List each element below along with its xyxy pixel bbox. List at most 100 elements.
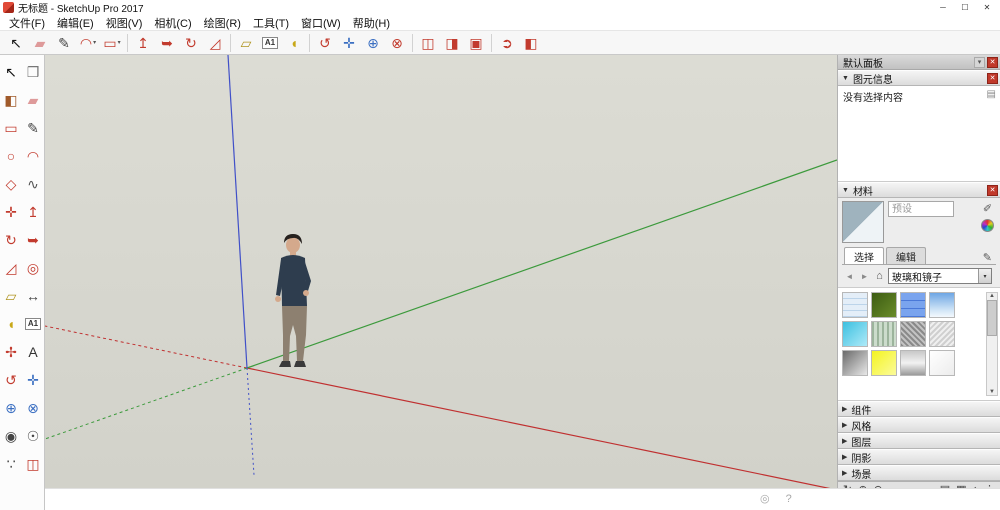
lt-position-camera-icon[interactable]: ◉: [0, 424, 23, 448]
tray-title-bar[interactable]: 默认面板 ▾ ✕: [838, 55, 1000, 70]
select-icon[interactable]: ↖: [4, 31, 28, 55]
text-icon[interactable]: A1: [258, 31, 282, 55]
tray-options-icon[interactable]: ▾: [974, 56, 985, 68]
push-pull-icon[interactable]: ↥: [131, 31, 155, 55]
swatch-yellow-glass[interactable]: [871, 350, 897, 376]
swatch-clear-white[interactable]: [929, 350, 955, 376]
orbit-icon[interactable]: ↺: [313, 31, 337, 55]
arc-dropdown-icon[interactable]: ▾: [93, 39, 96, 46]
rotate-icon[interactable]: ↻: [179, 31, 203, 55]
section-scenes[interactable]: ▶ 场景: [838, 465, 1000, 481]
home-icon[interactable]: ⌂: [873, 270, 886, 283]
section-fill-icon[interactable]: ▣: [464, 31, 488, 55]
menu-item[interactable]: 编辑(E): [51, 15, 100, 31]
tray-close-icon[interactable]: ✕: [987, 56, 998, 68]
lt-scale-icon[interactable]: ◿: [0, 256, 23, 280]
viewport-canvas[interactable]: [45, 55, 837, 488]
lt-section-plane-icon[interactable]: ◫: [21, 452, 45, 476]
scale-icon[interactable]: ◿: [203, 31, 227, 55]
geolocation-icon[interactable]: ◎: [760, 494, 770, 505]
swatch-window-blue[interactable]: [900, 292, 926, 318]
eraser-icon[interactable]: ▰: [28, 31, 52, 55]
lt-rotate-icon[interactable]: ↻: [0, 228, 23, 252]
lt-paint-bucket-icon[interactable]: ◧: [0, 88, 23, 112]
paint-bucket-icon[interactable]: ◧: [519, 31, 543, 55]
lt-rectangle-icon[interactable]: ▭: [0, 116, 23, 140]
lt-protractor-icon[interactable]: ◖: [0, 312, 23, 336]
sample-paint-icon[interactable]: ✐: [983, 202, 992, 215]
menu-item[interactable]: 帮助(H): [347, 15, 396, 31]
back-icon[interactable]: ◄: [843, 270, 856, 283]
swatch-cyan-glass[interactable]: [842, 321, 868, 347]
lt-freehand-icon[interactable]: ∿: [21, 172, 45, 196]
swatch-frosted-light[interactable]: [929, 321, 955, 347]
menu-item[interactable]: 窗口(W): [295, 15, 347, 31]
line-icon[interactable]: ✎: [52, 31, 76, 55]
menu-item[interactable]: 文件(F): [3, 15, 51, 31]
material-name-input[interactable]: [888, 201, 954, 217]
swatch-mirror-gray[interactable]: [842, 350, 868, 376]
section-plane-icon[interactable]: ◫: [416, 31, 440, 55]
tape-measure-icon[interactable]: ▱: [234, 31, 258, 55]
lt-arc-icon[interactable]: ◠: [21, 144, 45, 168]
zoom-extents-icon[interactable]: ⊗: [385, 31, 409, 55]
materials-close-icon[interactable]: ✕: [987, 184, 998, 196]
menu-item[interactable]: 视图(V): [100, 15, 149, 31]
swatch-green-stripe[interactable]: [871, 321, 897, 347]
entity-info-header[interactable]: ▼ 图元信息 ✕: [838, 70, 1000, 86]
shapes-icon[interactable]: ▭ ▾: [100, 31, 124, 55]
swatch-foliage-green[interactable]: [871, 292, 897, 318]
lt-follow-me-icon[interactable]: ➥: [21, 228, 45, 252]
shapes-dropdown-icon[interactable]: ▾: [118, 39, 121, 46]
materials-header[interactable]: ▼ 材料 ✕: [838, 182, 1000, 198]
pan-icon[interactable]: ✛: [337, 31, 361, 55]
lt-3d-text-icon[interactable]: A: [21, 340, 45, 364]
lt-walk-icon[interactable]: ∵: [0, 452, 23, 476]
entity-info-close-icon[interactable]: ✕: [987, 72, 998, 84]
section-shadows[interactable]: ▶ 阴影: [838, 449, 1000, 465]
maximize-button[interactable]: ☐: [954, 0, 976, 15]
section-display-icon[interactable]: ◨: [440, 31, 464, 55]
lt-make-component-icon[interactable]: ❒: [21, 60, 45, 84]
lt-zoom-icon[interactable]: ⊕: [0, 396, 23, 420]
forward-icon[interactable]: ►: [858, 270, 871, 283]
help-icon[interactable]: ?: [786, 494, 792, 505]
lt-offset-icon[interactable]: ◎: [21, 256, 45, 280]
scroll-thumb[interactable]: [987, 300, 997, 336]
scroll-down-icon[interactable]: ▼: [989, 389, 995, 395]
material-category-select[interactable]: 玻璃和镜子 ▾: [888, 268, 992, 284]
lt-orbit-icon[interactable]: ↺: [0, 368, 23, 392]
viewport[interactable]: [45, 55, 837, 488]
lt-line-icon[interactable]: ✎: [21, 116, 45, 140]
lt-text-icon[interactable]: A1: [21, 312, 45, 336]
create-material-icon[interactable]: [981, 219, 994, 232]
tab-select[interactable]: 选择: [844, 247, 884, 264]
lt-tape-measure-icon[interactable]: ▱: [0, 284, 23, 308]
materials-scrollbar[interactable]: ▲ ▼: [986, 292, 998, 396]
menu-item[interactable]: 相机(C): [148, 15, 197, 31]
entity-detail-icon[interactable]: ▤: [987, 89, 996, 100]
lt-eraser-icon[interactable]: ▰: [21, 88, 45, 112]
menu-item[interactable]: 工具(T): [247, 15, 295, 31]
follow-me-icon[interactable]: ➥: [155, 31, 179, 55]
section-styles[interactable]: ▶ 风格: [838, 417, 1000, 433]
swatch-silver[interactable]: [900, 350, 926, 376]
section-components[interactable]: ▶ 组件: [838, 401, 1000, 417]
lt-circle-icon[interactable]: ○: [0, 144, 23, 168]
close-button[interactable]: ✕: [976, 0, 998, 15]
swatch-frosted-dark[interactable]: [900, 321, 926, 347]
tab-edit[interactable]: 编辑: [886, 247, 926, 264]
edit-brush-icon[interactable]: ✎: [983, 251, 994, 264]
menu-item[interactable]: 绘图(R): [198, 15, 247, 31]
protractor-icon[interactable]: ◖: [282, 31, 306, 55]
minimize-button[interactable]: ─: [932, 0, 954, 15]
lt-axes-icon[interactable]: ✢: [0, 340, 23, 364]
lt-zoom-extents-icon[interactable]: ⊗: [21, 396, 45, 420]
swatch-translucent-grid[interactable]: [842, 292, 868, 318]
lt-push-pull-icon[interactable]: ↥: [21, 200, 45, 224]
swatch-sky-clouds[interactable]: [929, 292, 955, 318]
arc-icon[interactable]: ◠ ▾: [76, 31, 100, 55]
send-to-layout-icon[interactable]: ➲: [495, 31, 519, 55]
lt-pan-icon[interactable]: ✛: [21, 368, 45, 392]
zoom-icon[interactable]: ⊕: [361, 31, 385, 55]
